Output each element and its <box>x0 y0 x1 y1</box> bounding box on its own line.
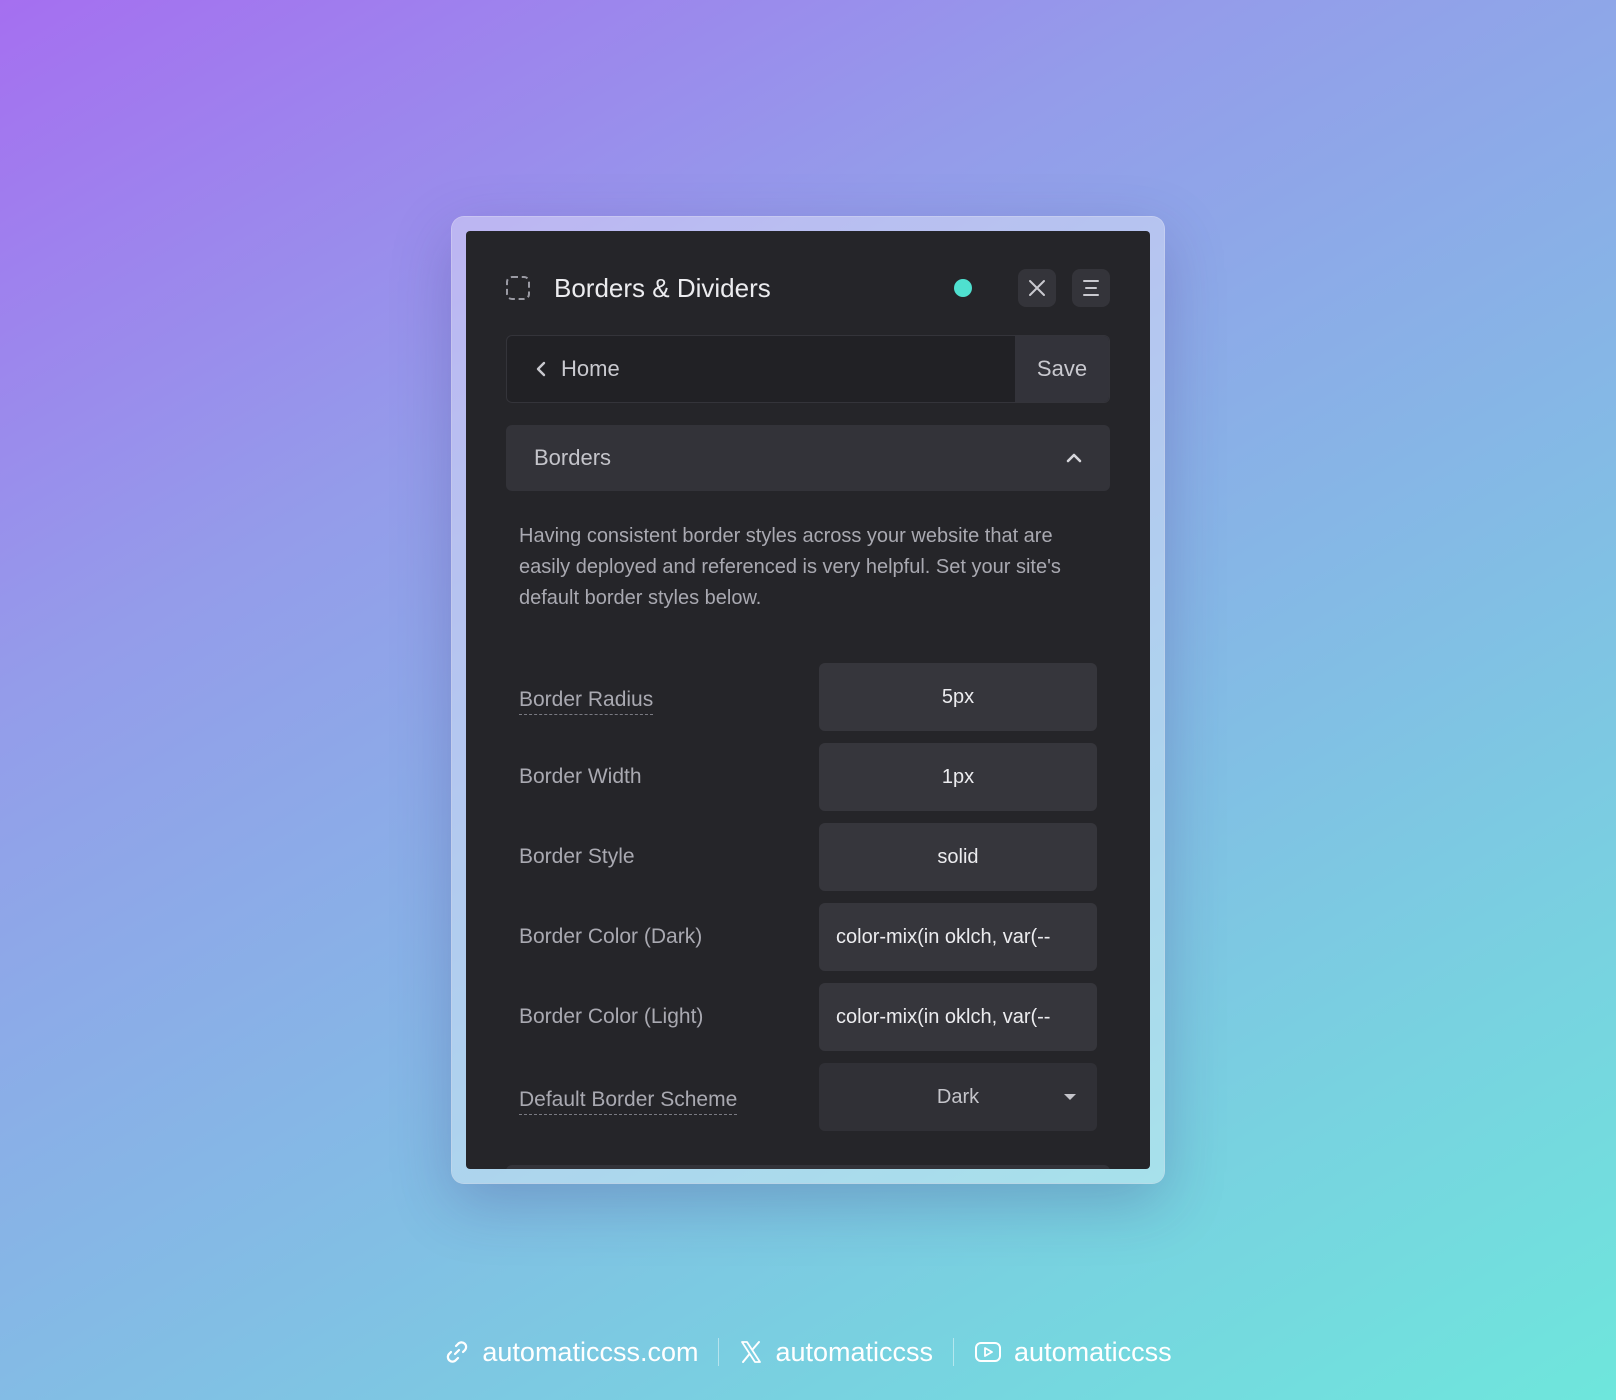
border-color-dark-input[interactable]: color-mix(in oklch, var(-- <box>819 903 1097 971</box>
chevron-up-icon <box>1066 453 1082 463</box>
border-color-dark-row: Border Color (Dark) color-mix(in oklch, … <box>519 903 1097 971</box>
border-color-light-row: Border Color (Light) color-mix(in oklch,… <box>519 983 1097 1051</box>
website-text: automaticcss.com <box>482 1336 699 1367</box>
home-label: Home <box>561 356 620 381</box>
borders-section-toggle[interactable]: Borders <box>506 425 1110 491</box>
close-button[interactable] <box>1018 269 1056 307</box>
caret-down-icon <box>1064 1094 1076 1100</box>
youtube-icon <box>975 1342 1002 1362</box>
link-icon <box>447 1341 468 1363</box>
footer: automaticcss.com automaticcss automaticc… <box>0 1330 1616 1374</box>
border-radius-input[interactable]: 5px <box>819 663 1097 731</box>
panel-header: Borders & Dividers <box>506 269 1110 307</box>
home-back-button[interactable]: Home <box>507 336 1015 402</box>
border-style-input[interactable]: solid <box>819 823 1097 891</box>
footer-separator <box>718 1338 720 1366</box>
footer-separator <box>953 1338 955 1366</box>
default-border-scheme-value: Dark <box>936 1085 980 1108</box>
border-radius-label: Border Radius <box>519 688 654 715</box>
default-border-scheme-select[interactable]: Dark <box>819 1063 1097 1131</box>
nav-bar: Home Save <box>506 335 1110 403</box>
border-radius-row: Border Radius 5px <box>519 663 1097 731</box>
save-button[interactable]: Save <box>1015 336 1109 402</box>
border-style-row: Border Style solid <box>519 823 1097 891</box>
default-border-scheme-row: Default Border Scheme Dark <box>519 1063 1097 1131</box>
status-dot <box>954 279 972 297</box>
border-color-dark-label: Border Color (Dark) <box>519 925 703 948</box>
youtube-link[interactable]: automaticcss <box>974 1337 1172 1368</box>
default-border-scheme-label: Default Border Scheme <box>519 1088 738 1115</box>
border-style-label: Border Style <box>519 845 635 868</box>
border-width-row: Border Width 1px <box>519 743 1097 811</box>
x-link[interactable]: automaticcss <box>739 1337 933 1368</box>
website-link[interactable]: automaticcss.com <box>444 1337 698 1368</box>
panel-title: Borders & Dividers <box>554 272 771 303</box>
menu-button[interactable] <box>1072 269 1110 307</box>
dashed-square-icon <box>506 276 530 300</box>
border-color-light-label: Border Color (Light) <box>519 1005 704 1028</box>
border-width-input[interactable]: 1px <box>819 743 1097 811</box>
chevron-left-icon <box>536 361 546 377</box>
border-width-label: Border Width <box>519 765 642 788</box>
x-handle-text: automaticcss <box>775 1336 934 1367</box>
section-description: Having consistent border styles across y… <box>519 525 1061 609</box>
next-section-edge <box>506 1165 1110 1169</box>
panel-frame: Borders & Dividers Home Save Borders Hav… <box>452 217 1164 1183</box>
youtube-handle-text: automaticcss <box>1014 1336 1172 1367</box>
x-logo-icon <box>741 1341 762 1363</box>
close-icon <box>1029 280 1045 296</box>
menu-icon <box>1083 280 1099 296</box>
settings-panel: Borders & Dividers Home Save Borders Hav… <box>466 231 1150 1169</box>
section-title: Borders <box>534 445 612 470</box>
border-color-light-input[interactable]: color-mix(in oklch, var(-- <box>819 983 1097 1051</box>
